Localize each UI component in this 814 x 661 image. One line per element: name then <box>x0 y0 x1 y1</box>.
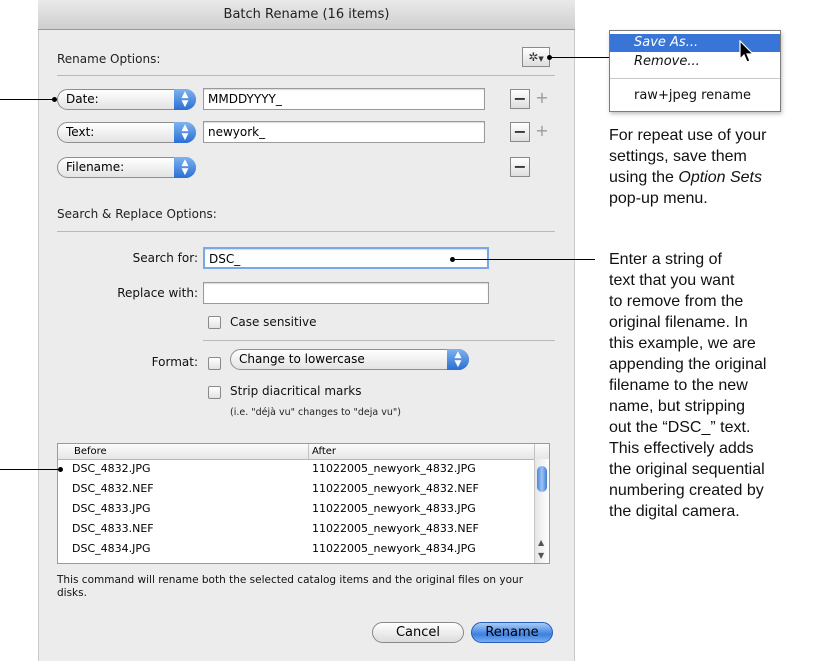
annotation-line: text that you want <box>609 272 735 289</box>
vertical-scrollbar[interactable]: ▲ ▼ <box>534 459 549 563</box>
annotation-line: This effectively adds <box>609 440 754 457</box>
table-cell: DSC_4832.JPG <box>72 462 151 475</box>
table-cell: 11022005_newyork_4834.JPG <box>312 542 476 555</box>
updown-arrows-icon: ▲ ▼ <box>174 89 196 110</box>
table-cell: DSC_4834.JPG <box>72 542 151 555</box>
rename-options-label: Rename Options: <box>57 52 161 66</box>
updown-arrows-icon: ▲ ▼ <box>174 157 196 178</box>
format-label: Format: <box>151 355 198 369</box>
option-sets-button[interactable]: ✲▼ <box>522 47 550 67</box>
callout-dot <box>58 467 63 472</box>
separator <box>57 75 555 76</box>
add-row-button[interactable]: + <box>532 89 552 109</box>
strip-hint: (i.e. "déjà vu" changes to "deja vu") <box>230 407 401 418</box>
separator <box>203 340 555 341</box>
dialog-title: Batch Rename (16 items) <box>38 0 575 30</box>
scroll-thumb[interactable] <box>537 466 547 492</box>
remove-row-button[interactable]: − <box>510 157 530 177</box>
popup-label: Change to lowercase <box>239 352 365 366</box>
annotation-line: settings, save them <box>609 148 747 165</box>
annotation-line: out the “DSC_” text. <box>609 419 751 436</box>
notice-text: This command will rename both the select… <box>57 574 524 599</box>
column-header-after[interactable]: After <box>312 444 336 459</box>
cancel-button[interactable]: Cancel <box>372 622 464 643</box>
callout-dot <box>450 257 455 262</box>
search-for-label: Search for: <box>132 251 198 265</box>
annotation-text: using the <box>609 169 679 186</box>
search-annotation: Enter a string of text that you want to … <box>609 249 814 522</box>
text-token-field[interactable]: newyork_ <box>203 121 485 143</box>
case-sensitive-label: Case sensitive <box>230 315 317 329</box>
column-header-before[interactable]: Before <box>74 444 107 459</box>
remove-row-button[interactable]: − <box>510 122 530 142</box>
annotation-line: to remove from the <box>609 293 744 310</box>
preview-table[interactable]: Before After DSC_4832.JPG 11022005_newyo… <box>57 443 550 564</box>
annotation-line: using the Option Sets <box>609 167 809 188</box>
table-cell: DSC_4833.NEF <box>72 522 154 535</box>
annotation-line: numbering created by <box>609 482 764 499</box>
chevron-down-icon: ▼ <box>538 55 544 63</box>
token-type-popup-date[interactable]: Date: ▲ ▼ <box>57 89 196 110</box>
table-cell: 11022005_newyork_4833.NEF <box>312 522 479 535</box>
menu-item-raw-jpeg-rename[interactable]: raw+jpeg rename <box>610 87 780 105</box>
table-cell: 11022005_newyork_4832.NEF <box>312 482 479 495</box>
separator <box>57 231 555 232</box>
annotation-line: filename to the new <box>609 377 748 394</box>
gear-icon: ✲ <box>528 50 539 64</box>
token-type-popup-filename[interactable]: Filename: ▲ ▼ <box>57 157 196 178</box>
annotation-line: name, but stripping <box>609 398 746 415</box>
add-row-button[interactable]: + <box>532 122 552 142</box>
annotation-emphasis: Option Sets <box>678 169 762 186</box>
annotation-line: the original sequential <box>609 461 765 478</box>
replace-with-label: Replace with: <box>117 286 198 300</box>
table-cell: DSC_4833.JPG <box>72 502 151 515</box>
scroll-down-arrow-icon[interactable]: ▼ <box>538 551 544 560</box>
callout-dot <box>52 97 57 102</box>
callout-line <box>0 469 62 470</box>
format-popup[interactable]: Change to lowercase ▲ ▼ <box>230 349 469 370</box>
popup-label: Text: <box>66 125 95 139</box>
callout-line <box>452 259 595 260</box>
annotation-line: the digital camera. <box>609 503 740 520</box>
mouse-pointer-icon <box>739 40 755 63</box>
menu-separator <box>610 78 780 79</box>
annotation-line: For repeat use of your <box>609 127 767 144</box>
annotation-line: Enter a string of <box>609 251 722 268</box>
table-cell: 11022005_newyork_4833.JPG <box>312 502 476 515</box>
annotation-line: original filename. In <box>609 314 748 331</box>
search-for-field[interactable]: DSC_ <box>203 247 489 269</box>
callout-line <box>0 99 57 100</box>
scroll-up-arrow-icon[interactable]: ▲ <box>538 538 544 547</box>
strip-diacritics-checkbox[interactable] <box>208 386 221 399</box>
table-cell: DSC_4832.NEF <box>72 482 154 495</box>
format-checkbox[interactable] <box>208 357 221 370</box>
annotation-line: pop-up menu. <box>609 190 708 207</box>
callout-line <box>549 57 609 58</box>
table-cell: 11022005_newyork_4832.JPG <box>312 462 476 475</box>
option-sets-annotation: For repeat use of your settings, save th… <box>609 125 809 209</box>
updown-arrows-icon: ▲ ▼ <box>174 122 196 143</box>
case-sensitive-checkbox[interactable] <box>208 316 221 329</box>
annotation-line: appending the original <box>609 356 767 373</box>
rename-button[interactable]: Rename <box>471 622 553 643</box>
callout-dot <box>547 55 552 60</box>
search-replace-label: Search & Replace Options: <box>57 207 217 221</box>
annotation-line: this example, we are <box>609 335 756 352</box>
table-header: Before After <box>58 444 549 460</box>
strip-diacritics-label: Strip diacritical marks <box>230 384 362 398</box>
popup-label: Date: <box>66 92 99 106</box>
remove-row-button[interactable]: − <box>510 89 530 109</box>
date-format-field[interactable]: MMDDYYYY_ <box>203 88 485 110</box>
updown-arrows-icon: ▲ ▼ <box>447 349 469 370</box>
token-type-popup-text[interactable]: Text: ▲ ▼ <box>57 122 196 143</box>
replace-with-field[interactable] <box>203 282 489 304</box>
popup-label: Filename: <box>66 160 125 174</box>
